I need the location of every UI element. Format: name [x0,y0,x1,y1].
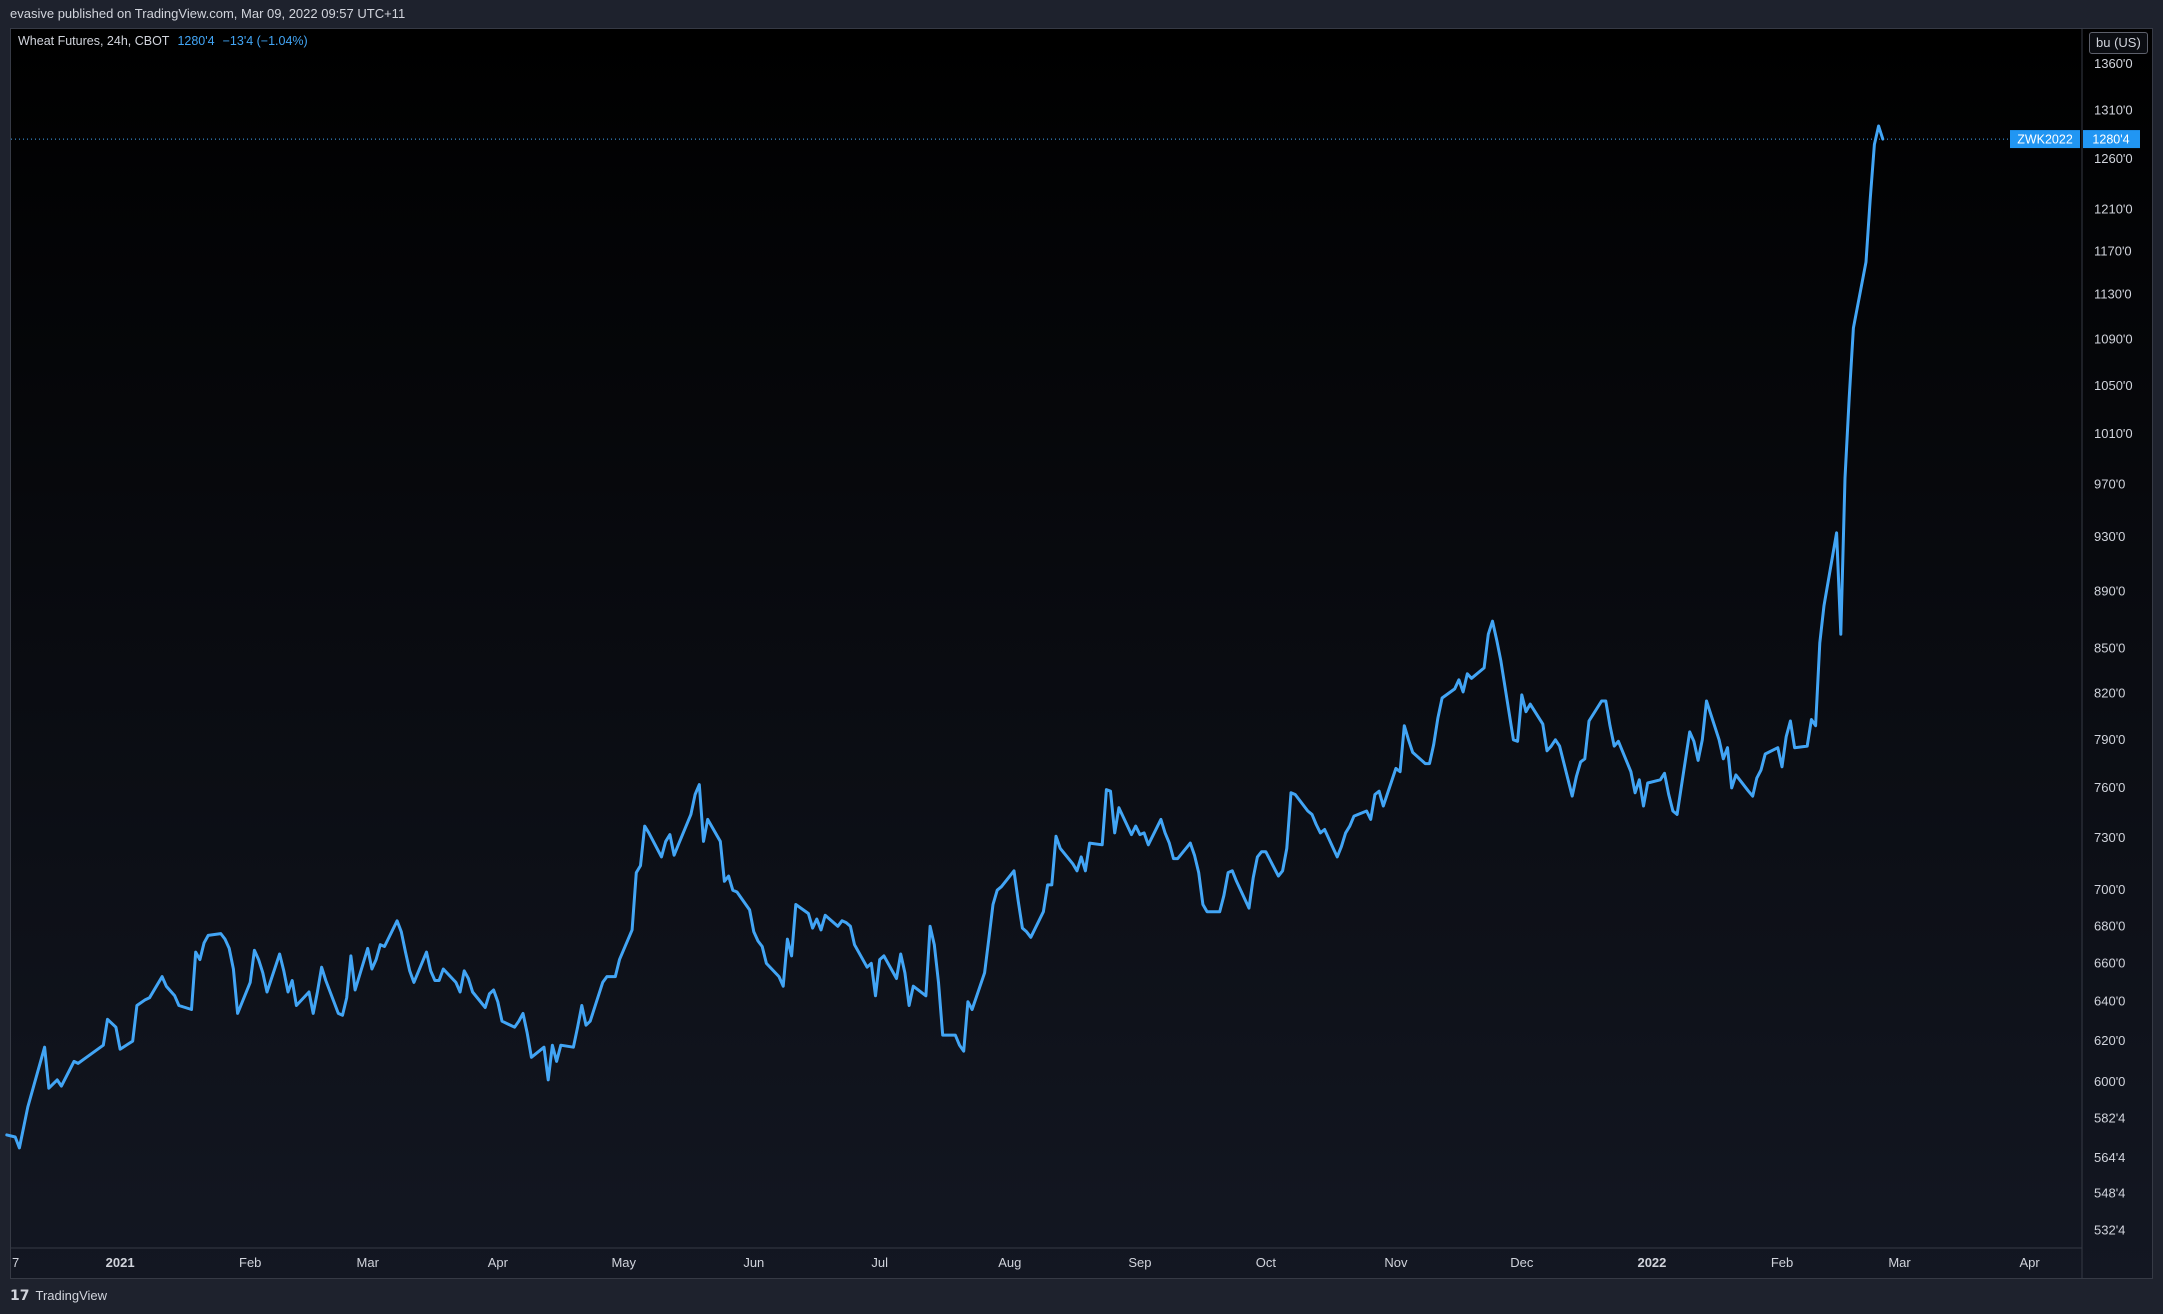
x-tick-label: Mar [357,1255,380,1270]
legend-symbol: Wheat Futures, 24h, CBOT [18,34,170,48]
y-tick-label: 730'0 [2094,830,2125,845]
tradingview-logo-icon: 17 [10,1288,30,1304]
x-tick-label: Jun [743,1255,764,1270]
current-price-label: 1280'4 [2092,133,2129,147]
y-tick-label: 1090'0 [2094,331,2133,346]
x-tick-label: 2022 [1637,1255,1666,1270]
y-tick-label: 760'0 [2094,780,2125,795]
y-tick-label: 660'0 [2094,955,2125,970]
y-tick-label: 640'0 [2094,994,2125,1009]
x-tick-label: Apr [488,1255,509,1270]
y-tick-label: 890'0 [2094,584,2125,599]
x-tick-label: 7 [12,1255,19,1270]
x-tick-label: Nov [1384,1255,1408,1270]
y-tick-label: 600'0 [2094,1074,2125,1089]
x-tick-label: Mar [1888,1255,1911,1270]
y-tick-label: 532'4 [2094,1222,2125,1237]
y-tick-label: 564'4 [2094,1150,2125,1165]
y-tick-label: 820'0 [2094,685,2125,700]
y-tick-label: 970'0 [2094,476,2125,491]
price-chart: 1360'0 1310'0 1260'0 1210'0 1170'0 1130'0 1090… [5,28,2140,1279]
y-tick-label: 850'0 [2094,641,2125,656]
y-tick-label: 680'0 [2094,918,2125,933]
y-tick-label: 1170'0 [2094,243,2132,258]
price-series-line [5,124,1885,1150]
x-tick-label: Oct [1256,1255,1277,1270]
footer-brand-label: TradingView [35,1288,108,1303]
legend-last-value: 1280'4 [177,34,215,48]
y-tick-label: 700'0 [2094,882,2125,897]
y-tick-label: 790'0 [2094,732,2125,747]
x-tick-label: Dec [1510,1255,1534,1270]
x-tick-label: Sep [1128,1255,1151,1270]
y-tick-label: 548'4 [2094,1186,2125,1201]
x-tick-label: Aug [998,1255,1021,1270]
x-tick-label: 2021 [106,1255,135,1270]
y-tick-label: 620'0 [2094,1033,2125,1048]
y-tick-label: 1050'0 [2094,378,2133,393]
x-tick-label: Jul [871,1255,888,1270]
unit-selector-button[interactable]: bu (US) [2089,32,2148,54]
legend-change: −13'4 (−1.04%) [222,34,308,48]
x-tick-label: Feb [239,1255,261,1270]
y-tick-label: 582'4 [2094,1111,2125,1126]
symbol-badge-label: ZWK2022 [2017,133,2073,147]
y-tick-label: 930'0 [2094,529,2125,544]
y-tick-label: 1010'0 [2094,426,2133,441]
x-tick-label: Feb [1771,1255,1793,1270]
footer-brand[interactable]: 17 TradingView [10,1281,107,1311]
chart-legend: Wheat Futures, 24h, CBOT 1280'4 −13'4 (−1.… [18,34,308,48]
y-tick-label: 1130'0 [2094,287,2132,302]
y-tick-label: 1260'0 [2094,151,2133,166]
y-tick-label: 1360'0 [2094,56,2133,71]
y-tick-label: 1210'0 [2094,202,2133,217]
x-tick-label: May [611,1255,636,1270]
y-tick-label: 1310'0 [2094,103,2133,118]
x-tick-label: Apr [2020,1255,2041,1270]
